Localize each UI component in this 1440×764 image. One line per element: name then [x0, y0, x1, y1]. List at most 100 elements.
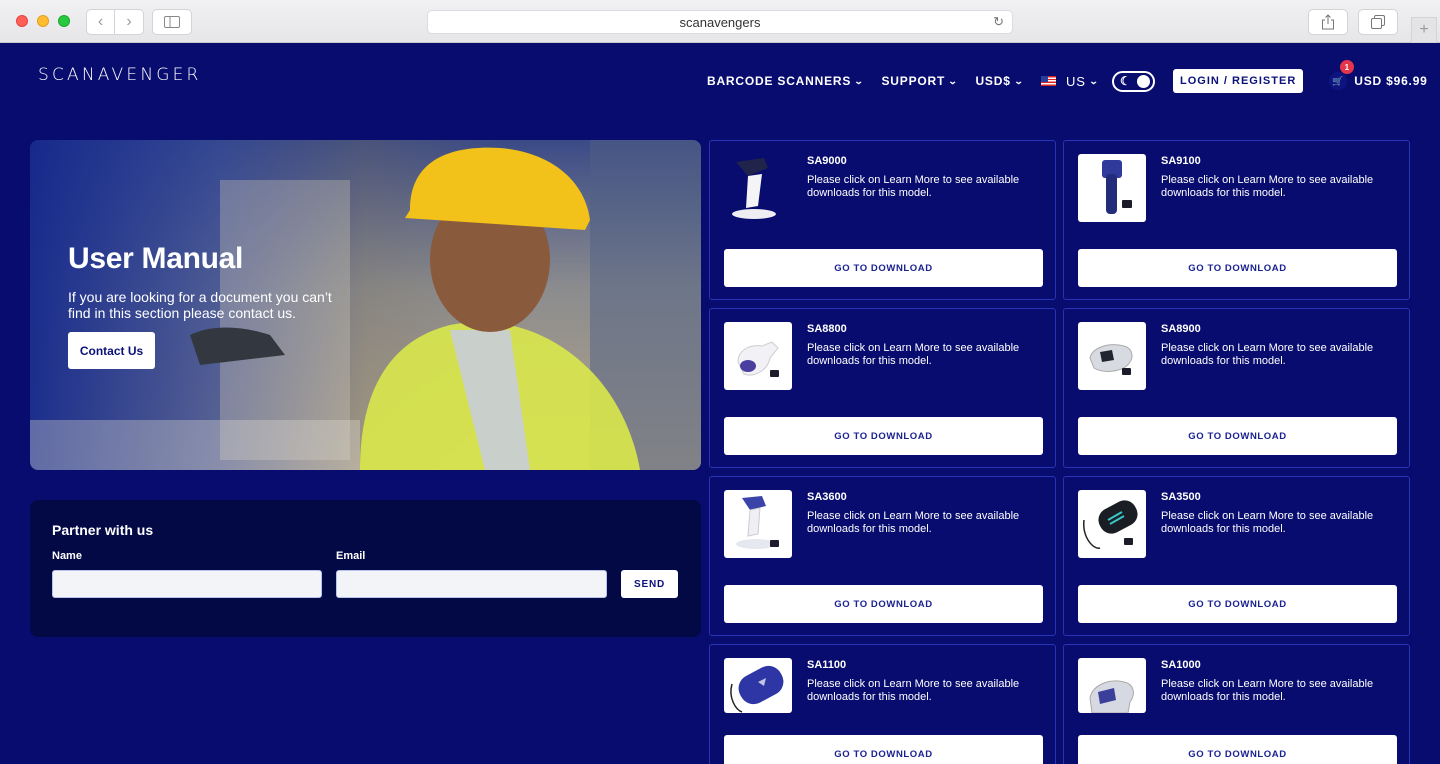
address-bar[interactable]: scanavengers ↻ — [427, 10, 1013, 34]
forward-button[interactable]: › — [115, 9, 144, 35]
go-to-download-button[interactable]: GO TO DOWNLOAD — [724, 735, 1043, 764]
back-button[interactable]: ‹ — [86, 9, 115, 35]
product-name: SA9100 — [1161, 155, 1201, 167]
product-thumbnail — [1078, 658, 1146, 713]
new-tab-button[interactable]: + — [1411, 17, 1437, 43]
chevron-right-icon: › — [126, 13, 132, 30]
product-description: Please click on Learn More to see availa… — [1161, 678, 1374, 703]
partner-title: Partner with us — [52, 522, 154, 538]
product-thumbnail — [724, 658, 792, 713]
product-thumbnail — [1078, 490, 1146, 558]
reload-icon[interactable]: ↻ — [993, 14, 1004, 30]
region-selector[interactable]: US ⌄ — [1041, 74, 1098, 89]
tabs-overview-button[interactable] — [1358, 9, 1398, 35]
product-name: SA3600 — [807, 491, 847, 503]
nav-label: BARCODE SCANNERS — [707, 74, 852, 88]
share-button[interactable] — [1308, 9, 1348, 35]
sidebar-toggle-button[interactable] — [152, 9, 192, 35]
contact-us-button[interactable]: Contact Us — [68, 332, 155, 369]
close-window-button[interactable] — [16, 15, 28, 27]
zoom-window-button[interactable] — [58, 15, 70, 27]
chevron-left-icon: ‹ — [97, 13, 104, 30]
plus-icon: + — [1419, 21, 1429, 38]
page: SCANAVENGER BARCODE SCANNERS ⌄ SUPPORT ⌄… — [0, 43, 1440, 764]
product-card: SA9100 Please click on Learn More to see… — [1063, 140, 1410, 300]
us-flag-icon — [1041, 76, 1057, 86]
name-label: Name — [52, 550, 82, 562]
product-card: SA8900 Please click on Learn More to see… — [1063, 308, 1410, 468]
hero-title: User Manual — [68, 242, 244, 275]
product-card: SA3600 Please click on Learn More to see… — [709, 476, 1056, 636]
chevron-down-icon: ⌄ — [1088, 75, 1100, 86]
email-field[interactable] — [336, 570, 607, 598]
pocket-scanner-icon — [730, 665, 784, 713]
dark-mode-toggle[interactable]: ☾ — [1112, 70, 1156, 92]
nav-barcode-scanners[interactable]: BARCODE SCANNERS ⌄ — [707, 74, 864, 88]
product-card: SA3500 Please click on Learn More to see… — [1063, 476, 1410, 636]
product-name: SA9000 — [807, 155, 847, 167]
hero-banner: User Manual If you are looking for a doc… — [30, 140, 701, 470]
url-text: scanavengers — [679, 14, 761, 30]
go-to-download-button[interactable]: GO TO DOWNLOAD — [724, 417, 1043, 455]
go-to-download-button[interactable]: GO TO DOWNLOAD — [1078, 735, 1397, 764]
moon-icon: ☾ — [1120, 73, 1132, 88]
pocket-scanner-icon — [1083, 500, 1138, 549]
go-to-download-button[interactable]: GO TO DOWNLOAD — [1078, 417, 1397, 455]
name-field[interactable] — [52, 570, 322, 598]
nav-support[interactable]: SUPPORT ⌄ — [882, 74, 958, 88]
main-nav: BARCODE SCANNERS ⌄ SUPPORT ⌄ USD$ ⌄ US ⌄… — [707, 60, 1428, 93]
minimize-window-button[interactable] — [37, 15, 49, 27]
product-description: Please click on Learn More to see availa… — [807, 678, 1020, 703]
product-thumbnail — [1078, 154, 1146, 222]
login-register-button[interactable]: LOGIN / REGISTER — [1173, 69, 1304, 93]
handheld-scanner-icon — [737, 341, 779, 377]
product-name: SA8800 — [807, 323, 847, 335]
nav-label: US — [1066, 73, 1086, 89]
cart-button[interactable]: 🛒 1 USD $96.99 — [1329, 60, 1428, 90]
go-to-download-button[interactable]: GO TO DOWNLOAD — [724, 585, 1043, 623]
partner-form: Partner with us Name Email SEND — [30, 500, 701, 637]
tabs-icon — [1371, 15, 1385, 29]
product-description: Please click on Learn More to see availa… — [807, 342, 1020, 367]
product-name: SA1000 — [1161, 659, 1201, 671]
product-name: SA3500 — [1161, 491, 1201, 503]
site-logo[interactable]: SCANAVENGER — [38, 65, 202, 85]
handheld-scanner-icon — [1102, 160, 1132, 214]
nav-label: SUPPORT — [881, 74, 946, 88]
share-icon — [1322, 14, 1334, 30]
go-to-download-button[interactable]: GO TO DOWNLOAD — [1078, 585, 1397, 623]
product-description: Please click on Learn More to see availa… — [807, 510, 1020, 535]
product-name: SA1100 — [807, 659, 847, 671]
cart-total: USD $96.99 — [1354, 74, 1428, 88]
chevron-down-icon: ⌄ — [853, 75, 865, 86]
product-card: SA1000 Please click on Learn More to see… — [1063, 644, 1410, 764]
product-card: SA1100 Please click on Learn More to see… — [709, 644, 1056, 764]
product-name: SA8900 — [1161, 323, 1201, 335]
product-thumbnail — [724, 322, 792, 390]
product-description: Please click on Learn More to see availa… — [1161, 342, 1374, 367]
go-to-download-button[interactable]: GO TO DOWNLOAD — [724, 249, 1043, 287]
product-card: SA8800 Please click on Learn More to see… — [709, 308, 1056, 468]
product-description: Please click on Learn More to see availa… — [1161, 510, 1374, 535]
cart-count-badge: 1 — [1340, 60, 1355, 74]
product-thumbnail — [1078, 322, 1146, 390]
cart-icon: 🛒 — [1329, 72, 1348, 90]
product-thumbnail — [724, 490, 792, 558]
product-description: Please click on Learn More to see availa… — [807, 174, 1020, 199]
product-card: SA9000 Please click on Learn More to see… — [709, 140, 1056, 300]
email-label: Email — [336, 550, 366, 562]
handheld-scanner-icon — [1089, 680, 1134, 713]
go-to-download-button[interactable]: GO TO DOWNLOAD — [1078, 249, 1397, 287]
currency-selector[interactable]: USD$ ⌄ — [975, 74, 1023, 88]
stand-scanner-icon — [732, 158, 776, 219]
nav-label: USD$ — [975, 74, 1011, 88]
hero-text: If you are looking for a document you ca… — [68, 289, 332, 321]
stand-scanner-icon — [736, 496, 779, 549]
handheld-scanner-icon — [1089, 344, 1133, 375]
product-thumbnail — [724, 154, 792, 222]
chevron-down-icon: ⌄ — [1013, 75, 1025, 86]
browser-toolbar: ‹ › scanavengers ↻ + — [0, 0, 1440, 43]
send-button[interactable]: SEND — [621, 570, 678, 598]
toggle-knob — [1137, 74, 1151, 88]
sidebar-icon — [164, 16, 180, 28]
